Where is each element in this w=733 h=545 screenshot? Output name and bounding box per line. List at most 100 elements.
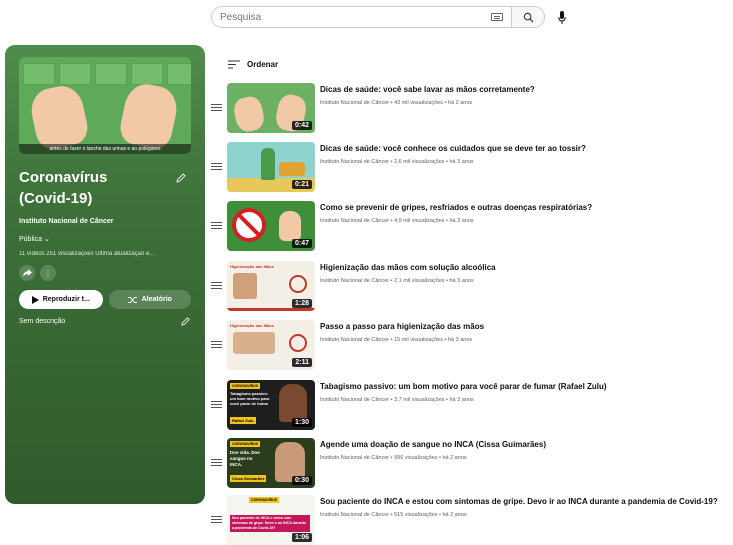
sofa-illustration	[279, 162, 305, 176]
shuffle-button[interactable]: Aleatório	[108, 290, 191, 309]
privacy-label: Pública	[19, 236, 42, 243]
description-row: Sem descrição	[19, 316, 191, 327]
video-metadata: Instituto Nacional de Câncer • 3,7 mil v…	[320, 397, 474, 403]
shuffle-label: Aleatório	[141, 296, 172, 303]
video-thumbnail[interactable]: 0:42	[227, 83, 315, 133]
edit-title-pencil-icon[interactable]	[175, 172, 187, 184]
video-thumbnail[interactable]: Higienização das Mãos 2:11	[227, 320, 315, 370]
video-duration: 0:47	[291, 239, 312, 248]
video-title[interactable]: Agende uma doação de sangue no INCA (Cis…	[320, 440, 546, 449]
hand-diagram-icon	[289, 334, 307, 352]
thumbs-up-illustration	[279, 211, 301, 241]
video-thumbnail[interactable]: CORONAVÍRUS Doe vida. Doe sangue no INCA…	[227, 438, 315, 488]
playlist-video-item[interactable]: Higienização das Mãos 2:11 Passo a passo…	[211, 320, 733, 374]
privacy-dropdown[interactable]: Pública ⌄	[19, 235, 191, 243]
no-symbol-icon	[232, 208, 266, 242]
video-thumbnail[interactable]: 0:21	[227, 142, 315, 192]
tile-decoration	[59, 63, 91, 85]
thumbnail-name: Rafael Zulu	[230, 417, 256, 424]
sort-button[interactable]: Ordenar	[228, 60, 278, 69]
hand-illustration	[117, 80, 181, 152]
sort-icon	[228, 60, 240, 69]
search-placeholder: Pesquisa	[220, 11, 262, 23]
tile-decoration	[167, 63, 191, 85]
video-thumbnail[interactable]: Higienização das Mãos 1:28	[227, 261, 315, 311]
hand-illustration	[231, 94, 267, 133]
presenter-image	[233, 273, 257, 299]
video-duration: 1:30	[291, 418, 312, 427]
chevron-down-icon: ⌄	[43, 236, 50, 243]
drag-handle-icon[interactable]	[211, 341, 222, 348]
video-title[interactable]: Como se prevenir de gripes, resfriados e…	[320, 203, 592, 212]
thumbnail-heading: Higienização das Mãos	[230, 264, 274, 269]
video-metadata: Instituto Nacional de Câncer • 2,6 mil v…	[320, 159, 474, 165]
video-duration: 0:42	[291, 121, 312, 130]
video-title[interactable]: Passo a passo para higienização das mãos	[320, 322, 484, 331]
playlist-actions: ⋮	[19, 265, 191, 281]
drag-handle-icon[interactable]	[211, 222, 222, 229]
playlist-video-item[interactable]: 0:42 Dicas de saúde: você sabe lavar as …	[211, 83, 733, 137]
microphone-icon	[558, 10, 566, 24]
drag-handle-icon[interactable]	[211, 459, 222, 466]
video-title[interactable]: Dicas de saúde: você conhece os cuidados…	[320, 144, 586, 153]
person-illustration	[261, 148, 275, 180]
playlist-video-item[interactable]: 0:47 Como se prevenir de gripes, resfria…	[211, 201, 733, 255]
share-button[interactable]	[19, 265, 35, 281]
tile-decoration	[95, 63, 127, 85]
search-button[interactable]	[511, 6, 545, 28]
keyboard-icon[interactable]	[491, 13, 503, 21]
drag-handle-icon[interactable]	[211, 516, 222, 523]
playlist-thumbnail[interactable]: antes de fazer o lanche das urinas e ao …	[19, 57, 191, 154]
thumbnail-heading: Tabagismo passivo: um bom motivo para vo…	[230, 391, 270, 406]
more-options-button[interactable]: ⋮	[40, 265, 56, 281]
playlist-stats: 11 vídeos 251 visualizações Última atual…	[19, 251, 155, 257]
thumbnail-caption: antes de fazer o lanche das urinas e ao …	[19, 144, 191, 154]
playlist-video-item[interactable]: 0:21 Dicas de saúde: você conhece os cui…	[211, 142, 733, 196]
playlist-video-item[interactable]: CORONAVÍRUS Tabagismo passivo: um bom mo…	[211, 380, 733, 434]
thumbnail-heading: Doe vida. Doe sangue no INCA.	[230, 450, 260, 467]
video-duration: 2:11	[292, 358, 312, 367]
play-all-button[interactable]: Reproduzir t...	[19, 290, 103, 309]
channel-name[interactable]: Instituto Nacional de Câncer	[19, 218, 191, 225]
video-title[interactable]: Dicas de saúde: você sabe lavar as mãos …	[320, 85, 535, 94]
video-metadata: Instituto Nacional de Câncer • 43 mil vi…	[320, 100, 473, 106]
video-duration: 0:21	[291, 180, 312, 189]
video-metadata: Instituto Nacional de Câncer • 2,1 mil v…	[320, 278, 474, 284]
video-duration: 1:28	[291, 299, 312, 308]
video-thumbnail[interactable]: 0:47	[227, 201, 315, 251]
microphone-button[interactable]	[557, 10, 567, 24]
video-duration: 1:06	[291, 533, 312, 542]
search-input[interactable]: Pesquisa	[211, 6, 511, 28]
tile-decoration	[23, 63, 55, 85]
thumbnail-heading: Sou paciente do INCA e estou com sintoma…	[230, 515, 310, 532]
presenter-image	[279, 384, 307, 422]
share-icon	[22, 269, 32, 277]
youtube-playlist-page: Pesquisa antes de fazer o lanche das uri…	[0, 0, 733, 545]
thumbnail-tag: CORONAVÍRUS	[230, 441, 260, 447]
playlist-video-item[interactable]: CORONAVÍRUS Doe vida. Doe sangue no INCA…	[211, 438, 733, 492]
drag-handle-icon[interactable]	[211, 282, 222, 289]
video-metadata: Instituto Nacional de Câncer • 515 visua…	[320, 512, 467, 518]
video-title[interactable]: Sou paciente do INCA e estou com sintoma…	[320, 497, 718, 506]
play-icon	[31, 295, 39, 304]
video-metadata: Instituto Nacional de Câncer • 15 mil vi…	[320, 337, 473, 343]
video-thumbnail[interactable]: CORONAVÍRUS Sou paciente do INCA e estou…	[227, 495, 315, 545]
thumbnail-heading: Higienização das Mãos	[230, 323, 274, 328]
playlist-video-item[interactable]: CORONAVÍRUS Sou paciente do INCA e estou…	[211, 495, 733, 545]
hand-illustration	[27, 82, 91, 152]
video-metadata: Instituto Nacional de Câncer • 4,9 mil v…	[320, 218, 474, 224]
video-thumbnail[interactable]: CORONAVÍRUS Tabagismo passivo: um bom mo…	[227, 380, 315, 430]
search-bar: Pesquisa	[211, 6, 567, 28]
playlist-video-item[interactable]: Higienização das Mãos 1:28 Higienização …	[211, 261, 733, 315]
video-title[interactable]: Higienização das mãos com solução alcoól…	[320, 263, 496, 272]
tile-decoration	[131, 63, 163, 85]
drag-handle-icon[interactable]	[211, 163, 222, 170]
thumbnail-name: Cissa Guimarães	[230, 475, 267, 482]
drag-handle-icon[interactable]	[211, 401, 222, 408]
sort-label: Ordenar	[247, 60, 279, 69]
video-duration: 0:30	[291, 476, 312, 485]
video-title[interactable]: Tabagismo passivo: um bom motivo para vo…	[320, 382, 607, 391]
drag-handle-icon[interactable]	[211, 104, 222, 111]
edit-description-pencil-icon[interactable]	[180, 316, 191, 327]
handwashing-image	[233, 332, 275, 354]
